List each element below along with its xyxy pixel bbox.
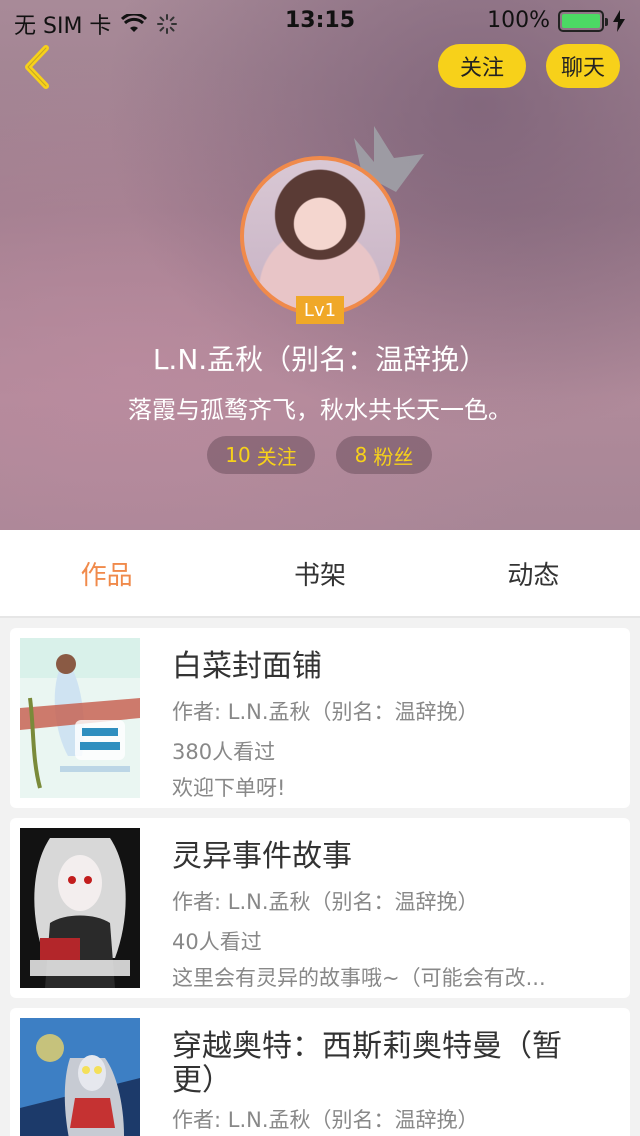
- status-bar: 无 SIM 卡 13:15 100%: [0, 0, 640, 40]
- book-cover-image: [20, 638, 140, 798]
- book-list: 白菜封面铺 作者: L.N.孟秋（别名：温辞挽） 380人看过 欢迎下单呀! 灵…: [0, 618, 640, 1136]
- book-description: 欢迎下单呀!: [172, 776, 286, 800]
- user-name: L.N.孟秋（别名：温辞挽）: [152, 343, 488, 376]
- following-label: 关注: [256, 444, 297, 469]
- battery-percent: 100%: [487, 8, 550, 33]
- tab-bookshelf[interactable]: 书架: [213, 530, 426, 616]
- user-bio: 落霞与孤鹜齐飞，秋水共长天一色。: [128, 396, 512, 424]
- following-count: 10: [225, 443, 251, 467]
- book-author: 作者: L.N.孟秋（别名：温辞挽）: [172, 890, 479, 914]
- follow-button[interactable]: 关注: [438, 44, 526, 88]
- chat-button[interactable]: 聊天: [546, 44, 620, 88]
- book-card[interactable]: 灵异事件故事 作者: L.N.孟秋（别名：温辞挽） 40人看过 这里会有灵异的故…: [10, 818, 630, 998]
- book-description: 这里会有灵异的故事哦~（可能会有改...: [172, 966, 546, 990]
- fans-count: 8: [354, 443, 368, 467]
- avatar-wrapper: [240, 156, 400, 316]
- tab-activity[interactable]: 动态: [427, 530, 640, 616]
- profile-header: 无 SIM 卡 13:15 100% 关注 聊天 Lv1 L.N.孟秋（别名：温…: [0, 0, 640, 530]
- fans-count-badge[interactable]: 8 粉丝: [336, 436, 432, 474]
- following-count-badge[interactable]: 10 关注: [207, 436, 315, 474]
- book-card[interactable]: 白菜封面铺 作者: L.N.孟秋（别名：温辞挽） 380人看过 欢迎下单呀!: [10, 628, 630, 808]
- book-title: 白菜封面铺: [172, 649, 322, 684]
- book-card[interactable]: 穿越奥特：西斯莉奥特曼（暂更） 作者: L.N.孟秋（别名：温辞挽）: [10, 1008, 630, 1136]
- book-cover-image: [20, 1018, 140, 1136]
- book-cover-image: [20, 828, 140, 988]
- battery-icon: [558, 9, 608, 32]
- tab-works[interactable]: 作品: [0, 530, 213, 616]
- book-views: 380人看过: [172, 740, 276, 764]
- fans-label: 粉丝: [373, 444, 414, 469]
- chevron-left-icon[interactable]: [18, 42, 58, 92]
- book-title: 灵异事件故事: [172, 839, 352, 874]
- level-badge: Lv1: [296, 296, 344, 324]
- book-author: 作者: L.N.孟秋（别名：温辞挽）: [172, 700, 479, 724]
- status-right: 100%: [487, 8, 626, 33]
- profile-tabs: 作品 书架 动态: [0, 530, 640, 618]
- charging-icon: [613, 9, 625, 32]
- book-author: 作者: L.N.孟秋（别名：温辞挽）: [172, 1108, 479, 1132]
- book-title: 穿越奥特：西斯莉奥特曼（暂更）: [172, 1029, 562, 1098]
- avatar[interactable]: [240, 156, 400, 316]
- book-views: 40人看过: [172, 930, 262, 954]
